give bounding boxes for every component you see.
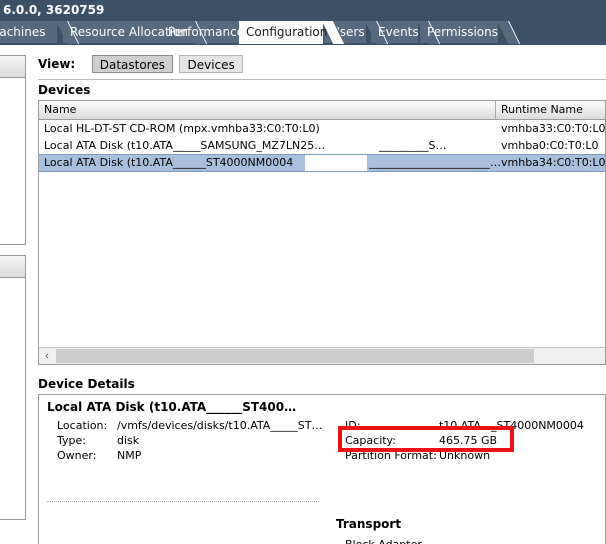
detail-label-type: Type: [57,434,86,447]
device-name-cell-tail: ______________________… [369,156,501,169]
tab-configuration[interactable]: Configuration [239,21,346,44]
device-details-title: Local ATA Disk (t10.ATA______ST400… [47,400,297,414]
detail-value-capacity: 465.75 GB [439,434,498,447]
detail-value-id: t10.ATA [439,419,481,432]
detail-label-partition-format: Partition Format: [345,449,437,462]
configuration-content-panel: View: Datastores Devices Devices Name Ru… [29,45,606,544]
detail-label-capacity: Capacity: [345,434,396,447]
devices-section-title: Devices [38,83,91,97]
table-row-selected[interactable]: Local ATA Disk (t10.ATA______ST4000NM000… [39,154,605,172]
view-devices-button[interactable]: Devices [179,55,243,73]
detail-value-type: disk [117,434,140,447]
device-name-cell-tail: _________S… [379,139,447,152]
tab-performance[interactable]: Performance [161,21,266,44]
version-text: 6.0.0, 3620759 [3,3,105,17]
column-header-runtime-name[interactable]: Runtime Name [496,101,605,119]
left-edge-panel-top-header [0,56,25,78]
left-edge-panel-bottom [0,255,26,520]
row-render-gap [305,155,367,171]
tab-label: Performance [168,25,245,39]
detail-label-id: ID: [345,419,361,432]
tab-strip: MachinesResource AllocationPerformanceCo… [0,21,606,45]
devices-table-header: Name Runtime Name [39,101,605,120]
device-details-section-title: Device Details [38,377,135,391]
version-bar: 6.0.0, 3620759 [0,0,606,21]
detail-value-id-tail: _ST4000NM0004 [491,419,584,432]
tab-label: Configuration [246,25,328,39]
detail-value-partition-format: Unknown [439,449,491,462]
scrollbar-thumb[interactable] [56,349,534,363]
device-runtime-name-cell: vmhba0:C0:T0:L0 [501,139,599,152]
left-edge-panel-bottom-header [0,256,25,278]
view-toolbar: View: Datastores Devices [38,55,246,75]
device-details-divider [47,501,319,503]
tab-machines[interactable]: Machines [0,21,80,44]
device-details-panel: Local ATA Disk (t10.ATA______ST400… Loca… [38,394,606,544]
table-row[interactable]: Local ATA Disk (t10.ATA_____SAMSUNG_MZ7L… [39,137,605,154]
devices-table: Name Runtime Name Local HL-DT-ST CD-ROM … [38,100,606,365]
left-edge-panel-top [0,55,26,245]
devices-horizontal-scrollbar[interactable]: ‹ [39,347,605,364]
tab-label: Machines [0,25,46,39]
view-datastores-button[interactable]: Datastores [91,55,173,73]
detail-value-location: /vmfs/devices/disks/t10.ATA_____ST… [117,419,323,432]
tab-label: Events [378,25,419,39]
column-header-name[interactable]: Name [39,101,496,119]
device-name-cell: Local HL-DT-ST CD-ROM (mpx.vmhba33:C0:T0… [44,122,320,135]
device-name-cell: Local ATA Disk (t10.ATA_____SAMSUNG_MZ7L… [44,139,326,152]
device-name-cell: Local ATA Disk (t10.ATA______ST4000NM000… [44,156,294,169]
transport-value: Block Adapter [345,538,422,544]
tab-events[interactable]: Events [371,21,441,44]
toolbar-divider [38,79,606,80]
devices-table-body: Local HL-DT-ST CD-ROM (mpx.vmhba33:C0:T0… [39,120,605,348]
detail-value-owner: NMP [117,449,142,462]
tab-label: Permissions [427,25,498,39]
device-runtime-name-cell: vmhba34:C0:T0:L0 [501,156,606,169]
scroll-left-arrow-icon[interactable]: ‹ [39,348,55,364]
view-label: View: [38,57,76,71]
detail-label-owner: Owner: [57,449,97,462]
transport-section-title: Transport [336,517,402,531]
device-runtime-name-cell: vmhba33:C0:T0:L0 [501,122,606,135]
tab-permissions[interactable]: Permissions [420,21,521,44]
detail-label-location: Location: [57,419,108,432]
table-row[interactable]: Local HL-DT-ST CD-ROM (mpx.vmhba33:C0:T0… [39,120,605,137]
